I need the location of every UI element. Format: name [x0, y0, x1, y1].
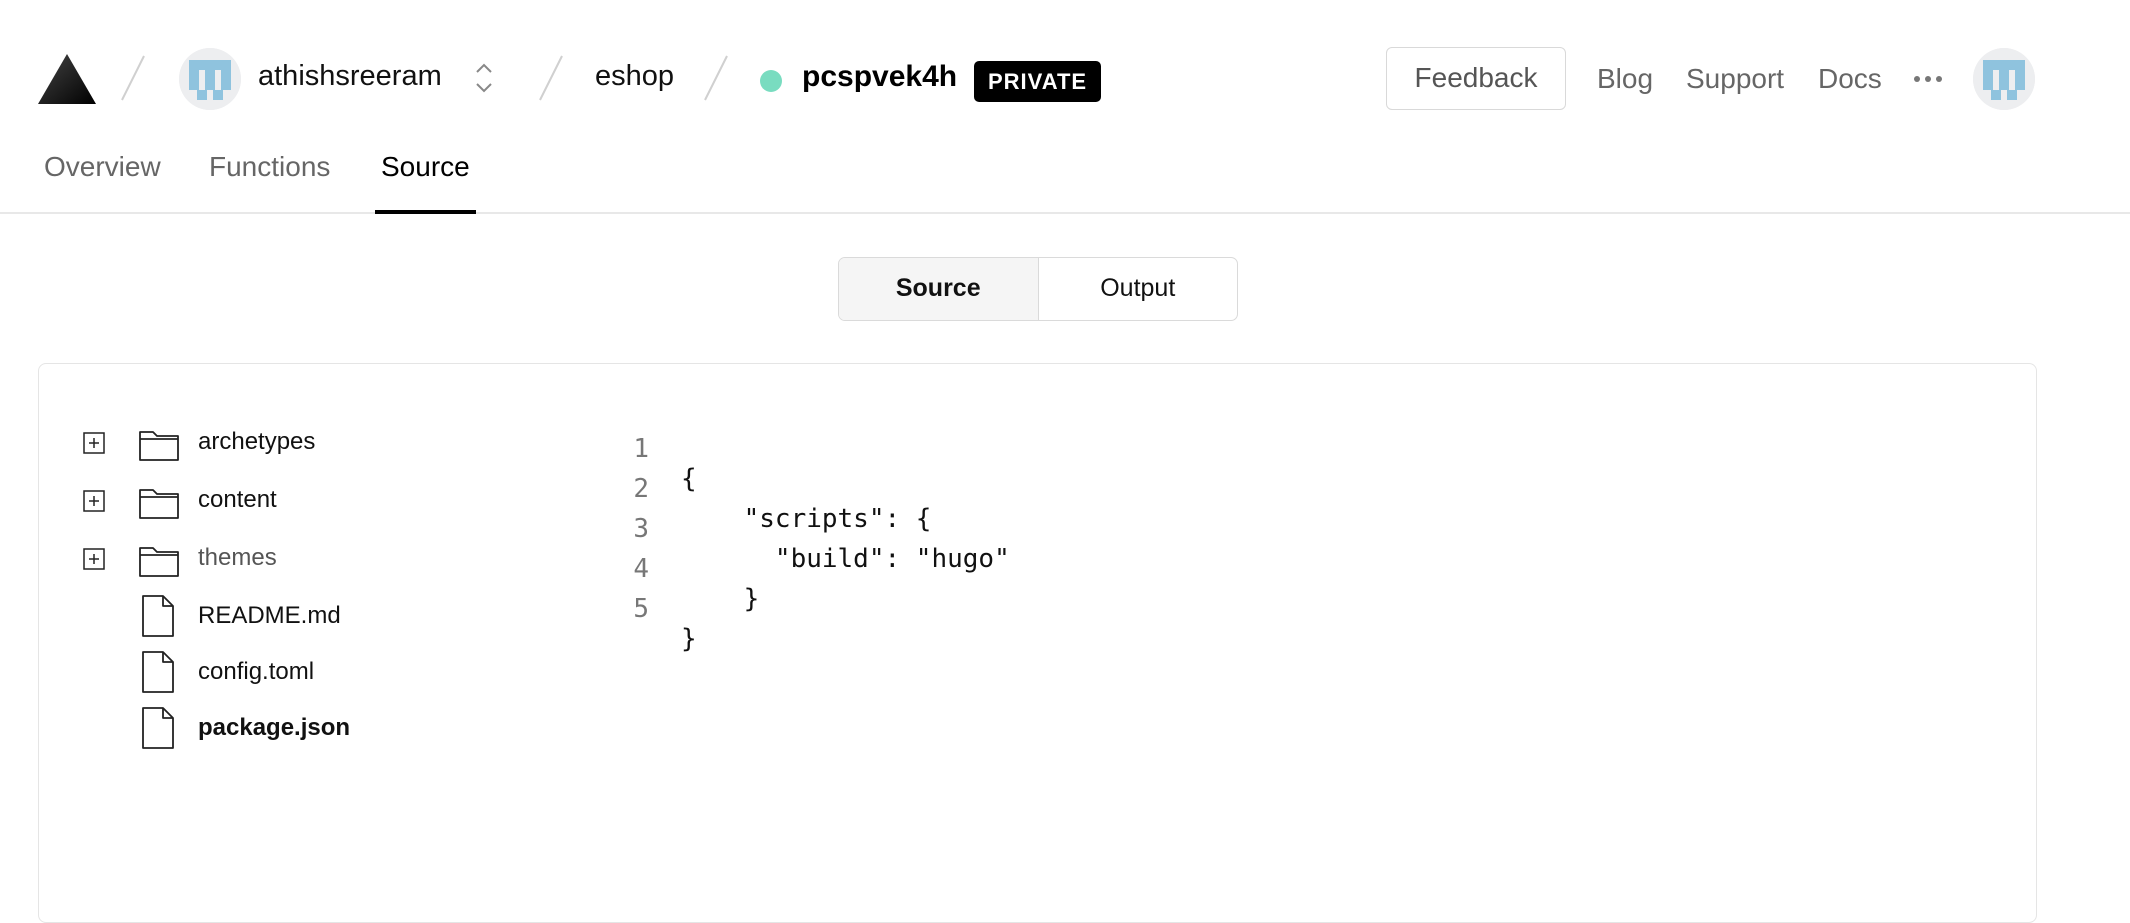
line-text: }	[681, 624, 697, 654]
more-options-icon[interactable]	[1913, 72, 1943, 86]
separator-slash-icon	[121, 55, 145, 101]
tree-item-label: README.md	[198, 602, 341, 629]
source-panel: archetypes content themes README.md conf…	[38, 363, 2037, 923]
nav-link-docs[interactable]: Docs	[1818, 63, 1882, 95]
source-output-toggle: Source Output	[838, 257, 1238, 321]
deployment-name[interactable]: pcspvek4h	[802, 60, 957, 94]
file-icon	[142, 707, 174, 749]
tab-overview[interactable]: Overview	[44, 150, 161, 212]
tree-item-label: themes	[198, 544, 277, 571]
tree-file-package-json[interactable]: package.json	[39, 704, 559, 754]
nav-link-support[interactable]: Support	[1686, 63, 1784, 95]
project-name[interactable]: eshop	[595, 60, 674, 93]
expand-plus-icon[interactable]	[83, 490, 105, 512]
tree-folder-content[interactable]: content	[39, 476, 559, 526]
tree-item-label: archetypes	[198, 428, 316, 455]
deployment-status-dot	[760, 70, 782, 92]
top-header: athishsreeram eshop pcspvek4h PRIVATE Fe…	[0, 0, 2130, 160]
account-name[interactable]: athishsreeram	[258, 60, 442, 93]
toggle-output-button[interactable]: Output	[1039, 258, 1238, 320]
tree-item-label: content	[198, 486, 277, 513]
tree-file-config[interactable]: config.toml	[39, 648, 559, 698]
tree-file-readme[interactable]: README.md	[39, 592, 559, 642]
folder-icon	[139, 547, 179, 577]
tree-folder-themes[interactable]: themes	[39, 534, 559, 584]
folder-icon	[139, 431, 179, 461]
nav-link-blog[interactable]: Blog	[1597, 63, 1653, 95]
tree-folder-archetypes[interactable]: archetypes	[39, 418, 559, 468]
code-line: 1 {	[599, 404, 1499, 494]
code-line: 3 "build": "hugo"	[599, 484, 1499, 574]
code-line: 4 }	[599, 524, 1499, 614]
tab-functions[interactable]: Functions	[209, 150, 330, 212]
tab-source[interactable]: Source	[375, 150, 476, 214]
expand-plus-icon[interactable]	[83, 432, 105, 454]
tree-item-label: package.json	[198, 714, 351, 741]
toggle-source-button[interactable]: Source	[839, 258, 1039, 320]
expand-plus-icon[interactable]	[83, 548, 105, 570]
separator-slash-icon	[704, 55, 728, 101]
account-avatar[interactable]	[179, 48, 241, 110]
private-badge: PRIVATE	[974, 61, 1102, 102]
code-line: 2 "scripts": {	[599, 444, 1499, 534]
file-icon	[142, 651, 174, 693]
chevron-updown-icon[interactable]	[472, 60, 496, 96]
file-icon	[142, 595, 174, 637]
user-avatar[interactable]	[1973, 48, 2035, 110]
separator-slash-icon	[539, 55, 563, 101]
feedback-button[interactable]: Feedback	[1386, 47, 1566, 110]
tab-bar: Overview Functions Source	[0, 150, 2130, 214]
tree-item-label: config.toml	[198, 658, 315, 685]
logo-triangle-icon[interactable]	[38, 54, 96, 104]
code-line: 5 }	[599, 564, 1499, 654]
folder-icon	[139, 489, 179, 519]
line-number: 5	[633, 594, 649, 624]
